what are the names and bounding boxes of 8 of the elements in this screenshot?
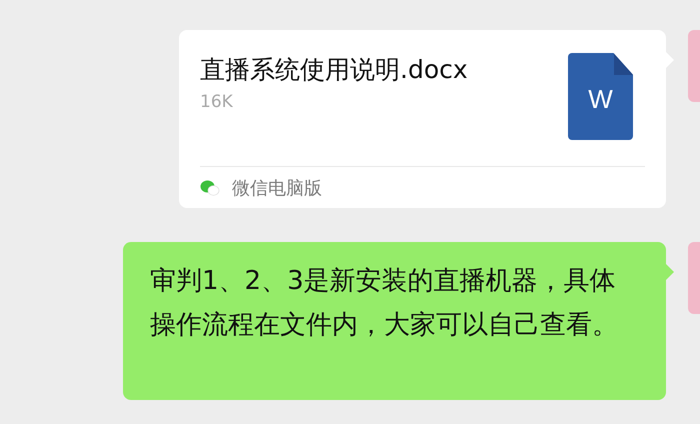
message-bubble: 审判1、2、3是新安装的直播机器，具体操作流程在文件内，大家可以自己查看。 — [123, 242, 666, 400]
document-icon: W — [568, 53, 633, 140]
file-size: 16K — [200, 92, 234, 112]
file-message-card[interactable]: 直播系统使用说明.docx 16K W 微信电脑版 — [179, 30, 666, 208]
bubble-tail — [666, 264, 674, 280]
source-label: 微信电脑版 — [232, 176, 322, 200]
file-name: 直播系统使用说明.docx — [200, 54, 468, 86]
chat-logo-icon — [200, 180, 220, 196]
